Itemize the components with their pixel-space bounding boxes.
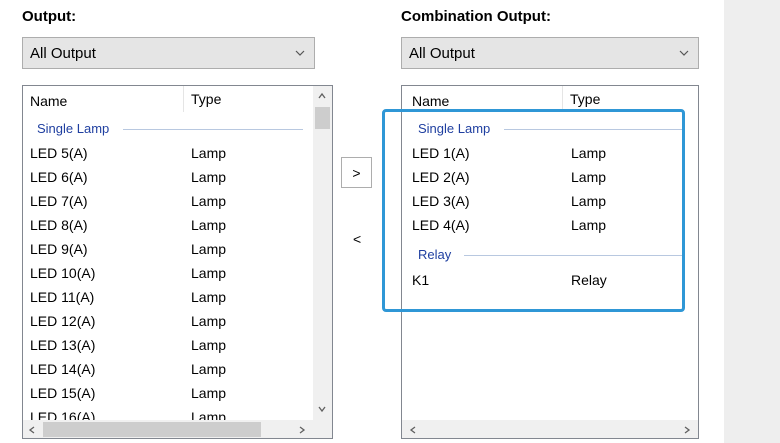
chevron-down-icon bbox=[295, 50, 305, 56]
output-filter-value: All Output bbox=[30, 44, 96, 62]
output-list-header: Name Type bbox=[23, 86, 332, 112]
item-name: LED 15(A) bbox=[30, 385, 96, 401]
scroll-left-arrow-icon[interactable] bbox=[408, 425, 418, 435]
chevron-down-icon bbox=[679, 50, 689, 56]
list-item[interactable]: LED 9(A) Lamp bbox=[23, 238, 332, 262]
item-name: LED 5(A) bbox=[30, 145, 88, 161]
column-header-type[interactable]: Type bbox=[183, 86, 221, 112]
column-header-name[interactable]: Name bbox=[412, 93, 449, 109]
horizontal-scrollbar[interactable] bbox=[402, 420, 698, 438]
item-type: Lamp bbox=[191, 169, 227, 185]
item-type: Lamp bbox=[191, 289, 227, 305]
item-name: LED 14(A) bbox=[30, 361, 96, 377]
remove-from-combination-button[interactable]: < bbox=[353, 231, 361, 247]
scroll-right-arrow-icon[interactable] bbox=[297, 425, 307, 435]
scroll-left-arrow-icon[interactable] bbox=[27, 425, 37, 435]
item-type: Lamp bbox=[191, 361, 227, 377]
scroll-down-arrow-icon[interactable] bbox=[317, 404, 327, 414]
list-item[interactable]: LED 6(A) Lamp bbox=[23, 166, 332, 190]
output-filter-dropdown[interactable]: All Output bbox=[22, 37, 315, 69]
item-name: LED 12(A) bbox=[30, 313, 96, 329]
item-type: Lamp bbox=[191, 145, 227, 161]
add-to-combination-button[interactable]: > bbox=[341, 157, 372, 188]
list-item[interactable]: LED 15(A) Lamp bbox=[23, 382, 332, 406]
item-name: LED 7(A) bbox=[30, 193, 88, 209]
vertical-scrollbar[interactable] bbox=[313, 86, 332, 420]
item-type: Lamp bbox=[191, 217, 227, 233]
list-item[interactable]: LED 7(A) Lamp bbox=[23, 190, 332, 214]
side-panel bbox=[724, 0, 780, 443]
list-item[interactable]: LED 14(A) Lamp bbox=[23, 358, 332, 382]
scrollbar-thumb[interactable] bbox=[315, 107, 330, 129]
item-name: LED 9(A) bbox=[30, 241, 88, 257]
item-name: LED 11(A) bbox=[30, 289, 95, 305]
item-type: Lamp bbox=[191, 193, 227, 209]
output-label: Output: bbox=[22, 8, 77, 25]
scrollbar-corner bbox=[313, 420, 332, 438]
list-item[interactable]: LED 12(A) Lamp bbox=[23, 310, 332, 334]
item-type: Lamp bbox=[191, 241, 227, 257]
horizontal-scrollbar[interactable] bbox=[23, 420, 313, 438]
scroll-right-arrow-icon[interactable] bbox=[682, 425, 692, 435]
item-name: LED 13(A) bbox=[30, 337, 96, 353]
output-list[interactable]: Name Type Single Lamp LED 5(A) Lamp LED 6… bbox=[22, 85, 333, 439]
item-type: Lamp bbox=[191, 337, 227, 353]
combination-filter-dropdown[interactable]: All Output bbox=[401, 37, 699, 69]
list-item[interactable]: LED 8(A) Lamp bbox=[23, 214, 332, 238]
selection-highlight-box bbox=[382, 109, 685, 312]
item-name: LED 6(A) bbox=[30, 169, 88, 185]
list-item[interactable]: LED 13(A) Lamp bbox=[23, 334, 332, 358]
item-name: LED 10(A) bbox=[30, 265, 96, 281]
item-type: Lamp bbox=[191, 385, 227, 401]
group-header-single-lamp: Single Lamp bbox=[23, 119, 332, 139]
group-divider bbox=[123, 129, 303, 130]
scroll-up-arrow-icon[interactable] bbox=[317, 91, 327, 101]
combination-filter-value: All Output bbox=[409, 44, 475, 62]
combination-output-label: Combination Output: bbox=[401, 8, 551, 25]
group-label: Single Lamp bbox=[37, 121, 114, 136]
item-name: LED 8(A) bbox=[30, 217, 88, 233]
item-type: Lamp bbox=[191, 265, 227, 281]
list-item[interactable]: LED 5(A) Lamp bbox=[23, 142, 332, 166]
list-item[interactable]: LED 10(A) Lamp bbox=[23, 262, 332, 286]
column-header-name[interactable]: Name bbox=[30, 93, 67, 109]
scrollbar-thumb[interactable] bbox=[43, 422, 261, 437]
item-type: Lamp bbox=[191, 313, 227, 329]
list-item[interactable]: LED 11(A) Lamp bbox=[23, 286, 332, 310]
